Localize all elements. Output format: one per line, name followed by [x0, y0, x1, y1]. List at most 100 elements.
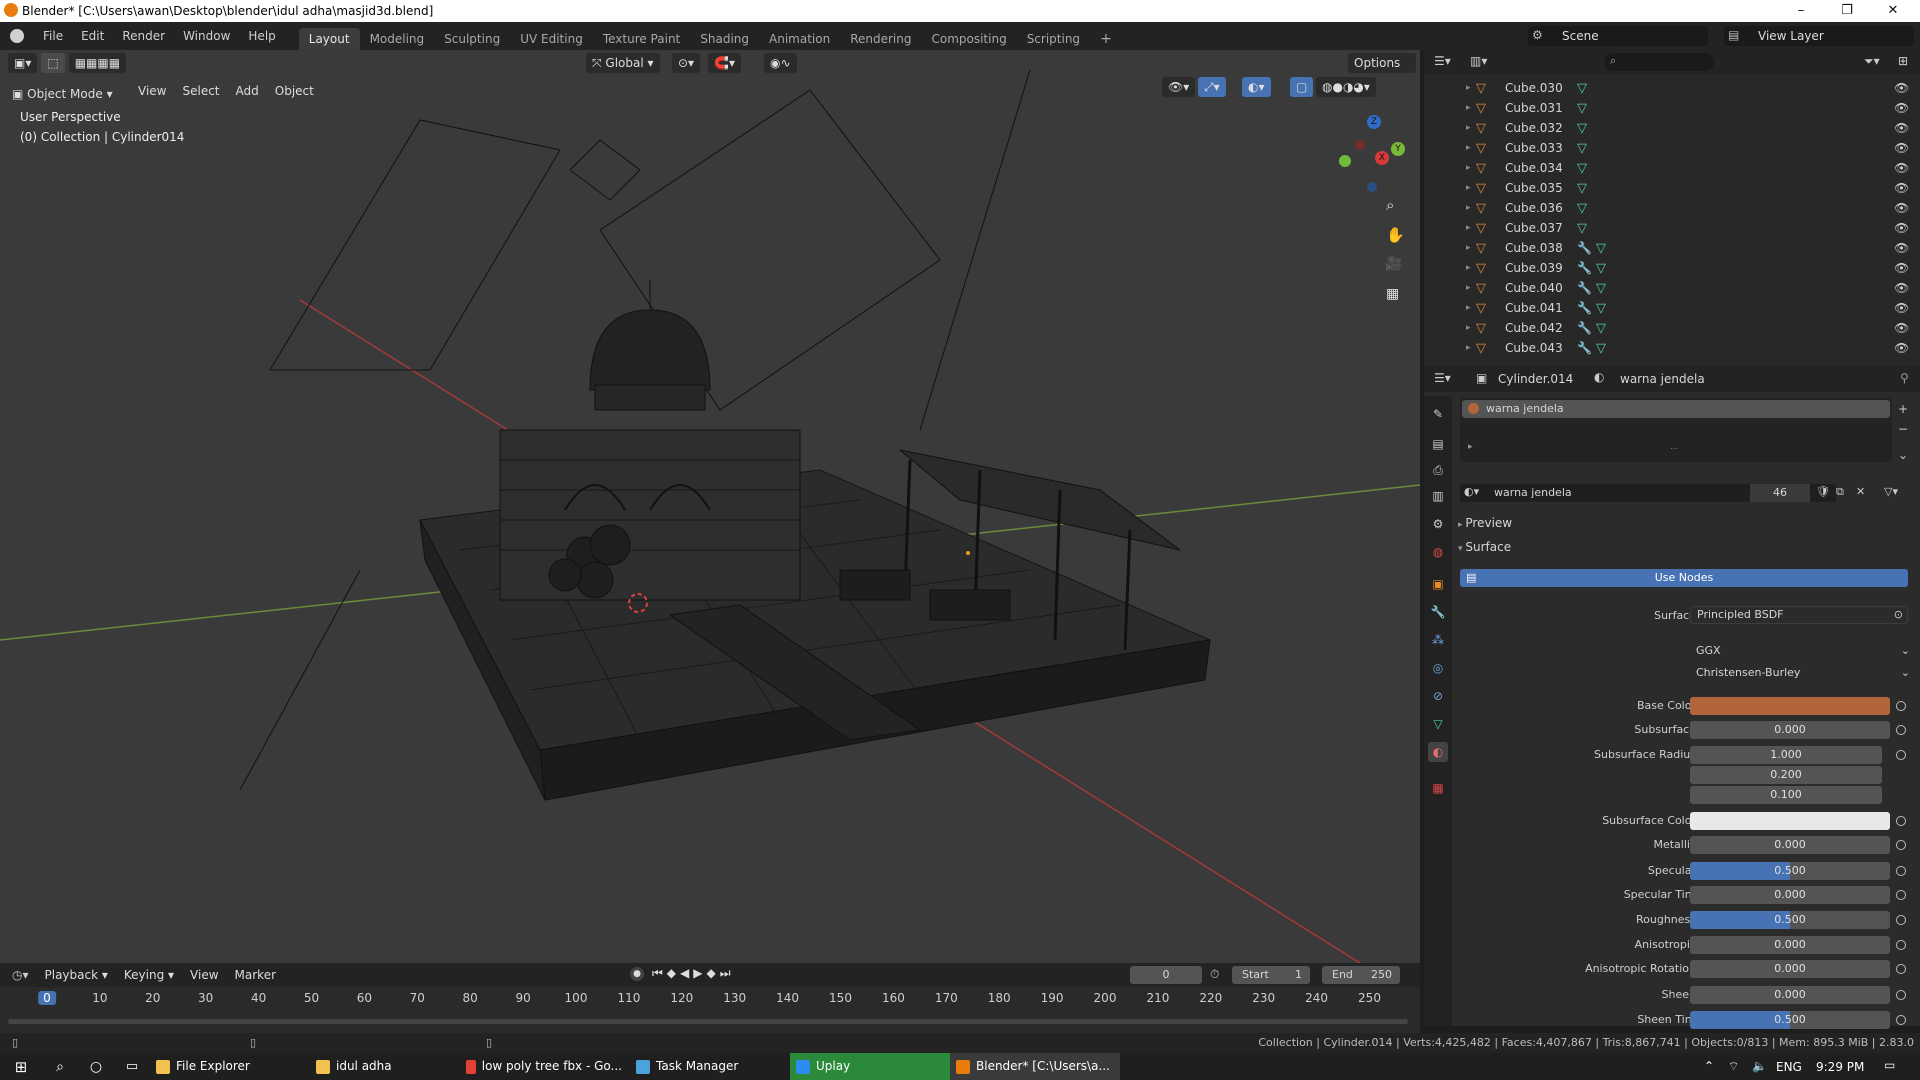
outliner-item-label[interactable]: Cube.032	[1505, 121, 1563, 135]
outliner-item-label[interactable]: Cube.041	[1505, 301, 1563, 315]
outliner-row[interactable]: ▸ ▽ Cube.041 🔧 ▽ 👁	[1424, 298, 1920, 318]
blender-menu-icon[interactable]	[10, 29, 24, 43]
outliner-row[interactable]: ▸ ▽ Cube.030 ▽ 👁	[1424, 78, 1920, 98]
expand-arrow-icon[interactable]: ▸	[1466, 123, 1471, 133]
gizmo-neg-x[interactable]	[1355, 140, 1365, 150]
tab-texture-paint[interactable]: Texture Paint	[593, 28, 690, 50]
duplicate-material-icon[interactable]: ⧉	[1836, 485, 1844, 499]
mesh-data-icon[interactable]: ▽	[1596, 341, 1606, 356]
outliner-item-label[interactable]: Cube.043	[1505, 341, 1563, 355]
keyframe-dot-icon[interactable]	[1896, 964, 1906, 974]
menu-help[interactable]: Help	[239, 22, 284, 50]
current-frame-field[interactable]: 0	[1130, 966, 1202, 984]
modifier-icon[interactable]: 🔧	[1577, 341, 1592, 355]
slot-specials-icon[interactable]: ⌄	[1898, 448, 1908, 462]
property-slider[interactable]: 0.500	[1690, 1011, 1890, 1029]
tab-animation[interactable]: Animation	[759, 28, 840, 50]
visibility-icon[interactable]: 👁▾	[1162, 77, 1196, 97]
modifier-tab-icon[interactable]: 🔧	[1428, 602, 1448, 622]
visibility-eye-icon[interactable]: 👁	[1894, 221, 1909, 235]
timeline-menu-view[interactable]: View	[182, 968, 226, 982]
mesh-data-icon[interactable]: ▽	[1596, 281, 1606, 296]
mesh-data-icon[interactable]: ▽	[1577, 201, 1587, 216]
properties-editor-icon[interactable]: ☰▾	[1434, 371, 1451, 385]
visibility-eye-icon[interactable]: 👁	[1894, 301, 1909, 315]
tab-scripting[interactable]: Scripting	[1017, 28, 1090, 50]
tool-tab-icon[interactable]: ✎	[1428, 404, 1448, 424]
render-tab-icon[interactable]: ▤	[1428, 434, 1448, 454]
editor-type-button[interactable]: ▣▾	[8, 53, 38, 73]
minimize-button[interactable]: –	[1778, 0, 1824, 22]
scene-selector[interactable]: ⚙ Scene	[1528, 26, 1708, 46]
end-frame-field[interactable]: End 250	[1322, 966, 1400, 984]
timeline-menu-keying[interactable]: Keying ▾	[116, 968, 182, 982]
visibility-eye-icon[interactable]: 👁	[1894, 281, 1909, 295]
outliner-editor-icon[interactable]: ☰▾	[1434, 54, 1451, 68]
taskbar-app[interactable]: Task Manager	[630, 1053, 790, 1080]
subsurface-method-dropdown[interactable]: Christensen-Burley ⌄	[1690, 664, 1914, 682]
visibility-eye-icon[interactable]: 👁	[1894, 241, 1909, 255]
add-slot-icon[interactable]: +	[1898, 402, 1908, 416]
keyframe-dot-icon[interactable]	[1896, 890, 1906, 900]
visibility-eye-icon[interactable]: 👁	[1894, 121, 1909, 135]
visibility-eye-icon[interactable]: 👁	[1894, 141, 1909, 155]
visibility-eye-icon[interactable]: 👁	[1894, 321, 1909, 335]
outliner-item-label[interactable]: Cube.034	[1505, 161, 1563, 175]
keyframe-dot-icon[interactable]	[1896, 990, 1906, 1000]
property-slider[interactable]: 0.000	[1690, 836, 1890, 854]
select-mode-icons[interactable]: ▦▦▦▦	[68, 53, 127, 73]
link-dropdown-icon[interactable]: ▽▾	[1884, 485, 1898, 498]
outliner-search-input[interactable]: ⌕	[1604, 53, 1714, 71]
taskbar-app[interactable]: Uplay	[790, 1053, 950, 1080]
outliner-row[interactable]: ▸ ▽ Cube.043 🔧 ▽ 👁	[1424, 338, 1920, 358]
expand-arrow-icon[interactable]: ▸	[1466, 143, 1471, 153]
data-tab-icon[interactable]: ▽	[1428, 714, 1448, 734]
display-mode-icon[interactable]: ▥▾	[1470, 54, 1487, 68]
panel-preview-header[interactable]: ▸ Preview	[1458, 516, 1512, 530]
3d-viewport[interactable]: ▣▾ ⬚ ▦▦▦▦ ▣ Object Mode ▾ View Select Ad…	[0, 50, 1420, 963]
add-workspace-icon[interactable]: +	[1090, 28, 1122, 50]
start-menu-icon[interactable]: ⊞	[0, 1058, 42, 1076]
outliner-row[interactable]: ▸ ▽ Cube.036 ▽ 👁	[1424, 198, 1920, 218]
xray-toggle-icon[interactable]: ▢	[1290, 77, 1314, 97]
system-tray-up-icon[interactable]: ⌃	[1704, 1059, 1714, 1073]
viewport-menu-add[interactable]: Add	[228, 84, 267, 98]
keyframe-dot-icon[interactable]	[1896, 840, 1906, 850]
keyframe-dot-icon[interactable]	[1896, 725, 1906, 735]
expand-arrow-icon[interactable]: ▸	[1466, 183, 1471, 193]
taskbar-app[interactable]: File Explorer	[150, 1053, 310, 1080]
overlay-toggle-icon[interactable]: ◐▾	[1242, 77, 1271, 97]
timeline-scrollbar[interactable]	[8, 1019, 1408, 1024]
pin-icon[interactable]: ⚲	[1900, 371, 1909, 385]
scene-tab-icon[interactable]: ⚙	[1428, 514, 1448, 534]
snap-icon[interactable]: 🧲▾	[708, 53, 741, 73]
clock-icon[interactable]: ⏱	[1210, 967, 1219, 982]
property-slider[interactable]: 0.500	[1690, 862, 1890, 880]
notification-icon[interactable]: ▭	[1884, 1058, 1895, 1072]
start-frame-field[interactable]: Start 1	[1232, 966, 1310, 984]
visibility-eye-icon[interactable]: 👁	[1894, 81, 1909, 95]
mesh-data-icon[interactable]: ▽	[1577, 221, 1587, 236]
property-slider[interactable]: 0.100	[1690, 786, 1882, 804]
keyframe-dot-icon[interactable]	[1896, 816, 1906, 826]
shading-mode-icons[interactable]: ◍●◑◕▾	[1316, 77, 1376, 97]
search-icon[interactable]: ⌕	[42, 1059, 78, 1075]
outliner-row[interactable]: ▸ ▽ Cube.038 🔧 ▽ 👁	[1424, 238, 1920, 258]
keyframe-dot-icon[interactable]	[1896, 1015, 1906, 1025]
outliner-item-label[interactable]: Cube.042	[1505, 321, 1563, 335]
material-slot-item[interactable]: warna jendela	[1462, 400, 1890, 418]
mesh-data-icon[interactable]: ▽	[1577, 101, 1587, 116]
tab-uv-editing[interactable]: UV Editing	[510, 28, 593, 50]
maximize-button[interactable]: ❐	[1824, 0, 1870, 22]
particles-tab-icon[interactable]: ⁂	[1428, 630, 1448, 650]
mesh-data-icon[interactable]: ▽	[1596, 241, 1606, 256]
mesh-data-icon[interactable]: ▽	[1596, 301, 1606, 316]
modifier-icon[interactable]: 🔧	[1577, 241, 1592, 255]
language-indicator[interactable]: ENG	[1776, 1060, 1802, 1074]
gizmo-y-axis[interactable]: Y	[1391, 142, 1405, 156]
network-icon[interactable]: ⌔	[1728, 1059, 1739, 1074]
material-name-field[interactable]: warna jendela	[1494, 486, 1572, 499]
visibility-eye-icon[interactable]: 👁	[1894, 201, 1909, 215]
expand-icon[interactable]: ▸	[1468, 442, 1473, 452]
output-tab-icon[interactable]: ⎙	[1428, 460, 1448, 480]
